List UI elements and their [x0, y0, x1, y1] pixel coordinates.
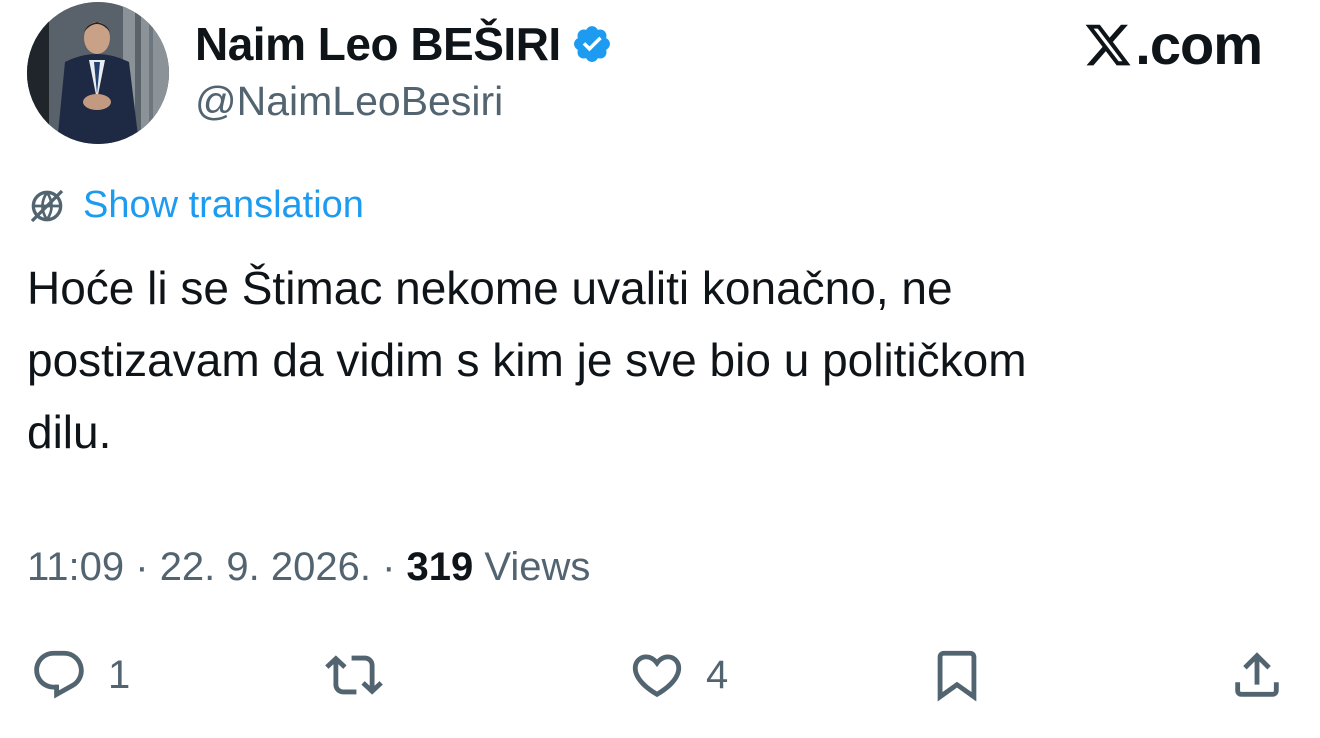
meta-separator: · — [124, 545, 160, 589]
tweet-date[interactable]: 22. 9. 2026. — [160, 545, 371, 590]
reply-count: 1 — [108, 652, 131, 697]
brand-text: .com — [1135, 13, 1263, 76]
tweet-text: Hoće li se Štimac nekome uvaliti konačno… — [27, 252, 1277, 468]
retweet-icon — [325, 655, 383, 695]
author-name-row: Naim Leo BEŠIRI — [195, 14, 613, 74]
retweet-button[interactable] — [325, 642, 383, 708]
share-icon — [1235, 652, 1279, 697]
views-label: Views — [473, 545, 591, 589]
avatar[interactable] — [27, 2, 169, 144]
heart-icon — [632, 654, 682, 698]
author-handle[interactable]: @NaimLeoBesiri — [195, 78, 503, 125]
like-button[interactable]: 4 — [628, 642, 728, 708]
views-count[interactable]: 319 — [407, 545, 474, 590]
action-bar: 1 4 — [0, 642, 1320, 712]
reply-button[interactable]: 1 — [30, 642, 130, 708]
avatar-photo — [27, 2, 169, 144]
tweet-text-line: dilu. — [27, 406, 112, 458]
meta-separator: · — [370, 545, 407, 589]
share-button[interactable] — [1228, 642, 1286, 708]
author-name[interactable]: Naim Leo BEŠIRI — [195, 17, 561, 71]
reply-icon — [34, 650, 84, 699]
tweet-time[interactable]: 11:09 — [27, 545, 124, 590]
tweet-text-line: postizavam da vidim s kim je sve bio u p… — [27, 334, 1027, 386]
globe-icon — [30, 189, 64, 222]
bookmark-icon — [937, 650, 977, 702]
show-translation-link[interactable]: Show translation — [27, 184, 364, 227]
tweet-meta: 11:09 · 22. 9. 2026. · 319 Views — [27, 545, 590, 590]
x-logo-icon — [1085, 24, 1131, 65]
verified-badge-icon — [573, 26, 610, 62]
bookmark-button[interactable] — [928, 642, 986, 708]
tweet-text-line: Hoće li se Štimac nekome uvaliti konačno… — [27, 262, 953, 314]
brand-watermark: .com — [1083, 12, 1263, 77]
like-count: 4 — [706, 652, 729, 697]
show-translation-label[interactable]: Show translation — [83, 184, 364, 227]
